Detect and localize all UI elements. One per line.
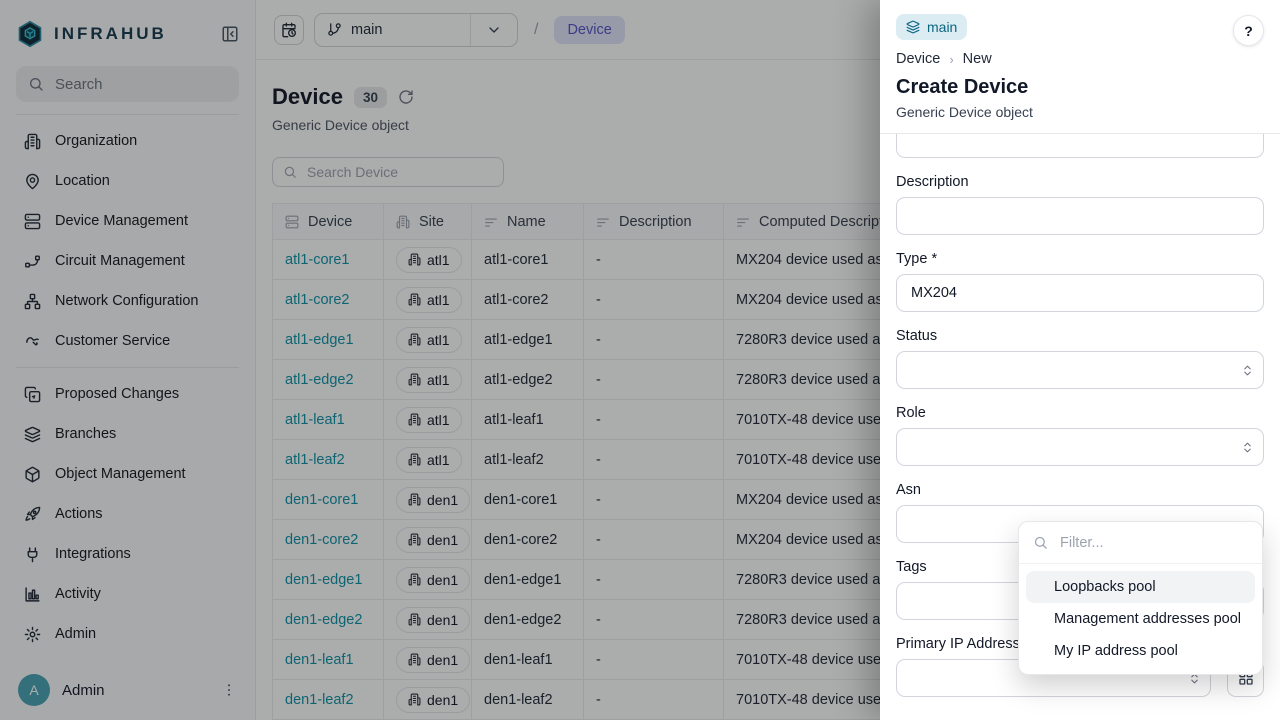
dropdown-item-management-addresses-pool[interactable]: Management addresses pool bbox=[1026, 603, 1255, 635]
dropdown-item-my-ip-address-pool[interactable]: My IP address pool bbox=[1026, 635, 1255, 667]
chevrons-up-down-icon bbox=[1241, 441, 1254, 454]
field-description: Description bbox=[896, 174, 1264, 235]
asn-label: Asn bbox=[896, 482, 1264, 498]
drawer-breadcrumb: Device › New bbox=[896, 51, 1264, 67]
drawer-header: main ? Device › New Create Device Generi… bbox=[880, 0, 1280, 134]
drawer-title: Create Device bbox=[896, 76, 1264, 99]
status-select[interactable] bbox=[896, 351, 1264, 389]
description-label: Description bbox=[896, 174, 1264, 190]
type-input[interactable] bbox=[909, 284, 1251, 302]
field-type: Type * bbox=[896, 251, 1264, 312]
breadcrumb-parent[interactable]: Device bbox=[896, 51, 940, 67]
pool-dropdown: Loopbacks pool Management addresses pool… bbox=[1018, 521, 1263, 675]
clipped-field[interactable] bbox=[896, 134, 1264, 158]
dropdown-item-loopbacks-pool[interactable]: Loopbacks pool bbox=[1026, 571, 1255, 603]
dropdown-filter[interactable] bbox=[1019, 522, 1262, 564]
branch-badge: main bbox=[896, 14, 967, 40]
layers-icon bbox=[906, 20, 920, 34]
field-status: Status bbox=[896, 328, 1264, 389]
search-icon bbox=[1033, 535, 1048, 550]
help-button[interactable]: ? bbox=[1233, 15, 1264, 46]
dropdown-filter-input[interactable] bbox=[1058, 534, 1248, 552]
breadcrumb-current: New bbox=[963, 51, 992, 67]
chevrons-up-down-icon bbox=[1241, 364, 1254, 377]
role-select[interactable] bbox=[896, 428, 1264, 466]
description-input[interactable] bbox=[909, 207, 1251, 225]
drawer-subtitle: Generic Device object bbox=[896, 104, 1264, 120]
chevron-right-icon: › bbox=[949, 52, 953, 67]
status-label: Status bbox=[896, 328, 1264, 344]
role-label: Role bbox=[896, 405, 1264, 421]
type-label: Type * bbox=[896, 251, 1264, 267]
field-role: Role bbox=[896, 405, 1264, 466]
